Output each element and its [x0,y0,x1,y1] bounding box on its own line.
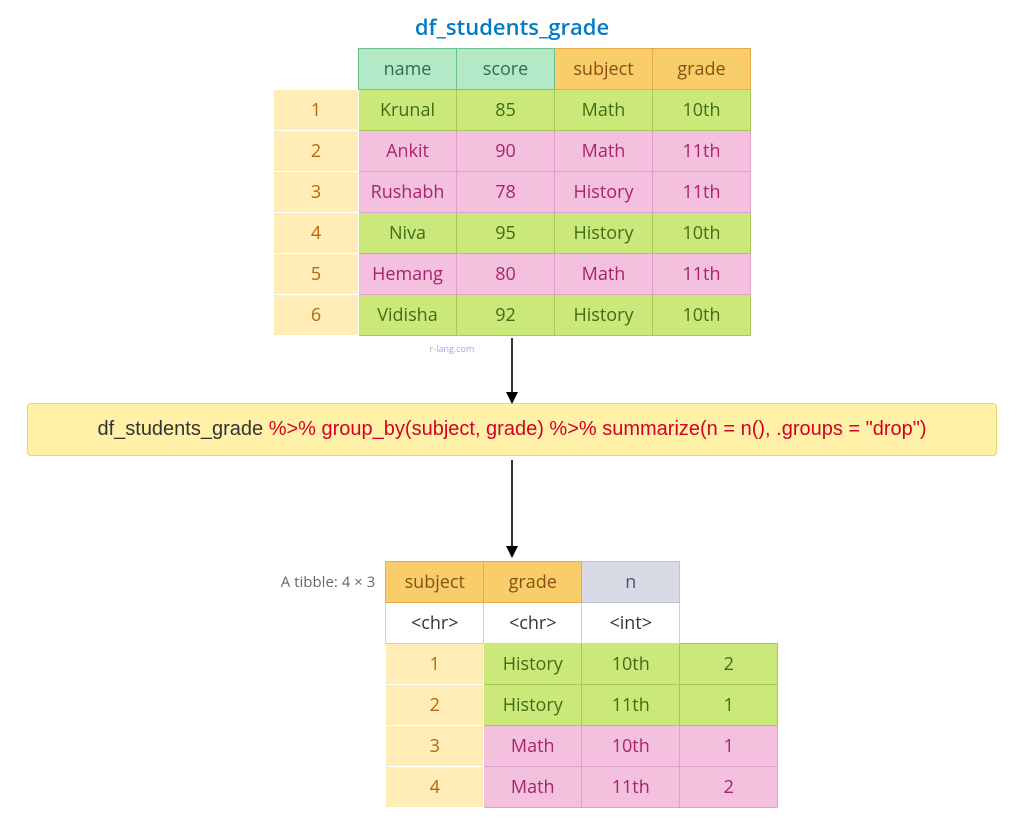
row-index: 4 [274,213,359,254]
cell-grade: 11th [582,685,680,726]
col-name: name [359,49,457,90]
cell-subject: History [484,644,582,685]
blank-cell [246,603,386,644]
pipe-operator: %>% [549,418,596,440]
table-row: 1Krunal85Math10th [274,90,751,131]
cell-score: 80 [457,254,555,295]
cell-subject: History [555,172,653,213]
table-header-row: name score subject grade [274,49,751,90]
type-row: <chr> <chr> <int> [246,603,778,644]
cell-n: 2 [680,767,778,808]
blank-cell [274,49,359,90]
row-index: 2 [386,685,484,726]
type-chr: <chr> [484,603,582,644]
cell-grade: 10th [582,726,680,767]
cell-score: 78 [457,172,555,213]
cell-grade: 11th [653,131,751,172]
table-row: 3Rushabh78History11th [274,172,751,213]
row-index: 1 [386,644,484,685]
tibble-dimensions: A tibble: 4 × 3 [246,562,386,603]
row-index: 5 [274,254,359,295]
cell-subject: Math [555,131,653,172]
cell-name: Hemang [359,254,457,295]
code-groupby: group_by(subject, grade) [316,418,549,440]
cell-subject: Math [484,726,582,767]
cell-score: 95 [457,213,555,254]
input-table: name score subject grade 1Krunal85Math10… [0,48,1024,336]
row-index: 3 [274,172,359,213]
cell-grade: 10th [582,644,680,685]
row-index: 6 [274,295,359,336]
diagram-title: df_students_grade [0,0,1024,48]
cell-subject: History [555,295,653,336]
cell-score: 85 [457,90,555,131]
row-index: 4 [386,767,484,808]
cell-grade: 11th [653,172,751,213]
code-expression: df_students_grade %>% group_by(subject, … [27,403,997,456]
blank-cell [246,726,386,767]
table-row: 2Ankit90Math11th [274,131,751,172]
cell-subject: Math [484,767,582,808]
cell-name: Ankit [359,131,457,172]
table-row: 6Vidisha92History10th [274,295,751,336]
cell-subject: Math [555,90,653,131]
cell-name: Krunal [359,90,457,131]
col-subject: subject [386,562,484,603]
table-row: 2History11th1 [246,685,778,726]
cell-subject: History [555,213,653,254]
cell-subject: History [484,685,582,726]
cell-grade: 11th [653,254,751,295]
cell-n: 1 [680,726,778,767]
code-prefix: df_students_grade [97,418,268,440]
pipe-operator: %>% [269,418,316,440]
blank-cell [246,644,386,685]
row-index: 2 [274,131,359,172]
col-grade: grade [484,562,582,603]
cell-n: 1 [680,685,778,726]
cell-name: Rushabh [359,172,457,213]
table-row: 5Hemang80Math11th [274,254,751,295]
cell-grade: 11th [582,767,680,808]
table-row: 4Niva95History10th [274,213,751,254]
type-chr: <chr> [386,603,484,644]
table-row: 4Math11th2 [246,767,778,808]
cell-name: Niva [359,213,457,254]
arrow-down-icon [492,456,532,561]
blank-cell [246,685,386,726]
output-table: A tibble: 4 × 3 subject grade n <chr> <c… [0,561,1024,808]
cell-n: 2 [680,644,778,685]
col-subject: subject [555,49,653,90]
cell-grade: 10th [653,213,751,254]
col-n: n [582,562,680,603]
code-summarize: summarize(n = n(), .groups = "drop") [597,418,927,440]
cell-score: 90 [457,131,555,172]
cell-score: 92 [457,295,555,336]
table-row: 1History10th2 [246,644,778,685]
row-index: 1 [274,90,359,131]
table-header-row: A tibble: 4 × 3 subject grade n [246,562,778,603]
cell-grade: 10th [653,295,751,336]
col-score: score [457,49,555,90]
table-row: 3Math10th1 [246,726,778,767]
cell-grade: 10th [653,90,751,131]
cell-name: Vidisha [359,295,457,336]
watermark-text: r-lang.com [0,342,1024,355]
cell-subject: Math [555,254,653,295]
col-grade: grade [653,49,751,90]
blank-cell [246,767,386,808]
row-index: 3 [386,726,484,767]
type-int: <int> [582,603,680,644]
